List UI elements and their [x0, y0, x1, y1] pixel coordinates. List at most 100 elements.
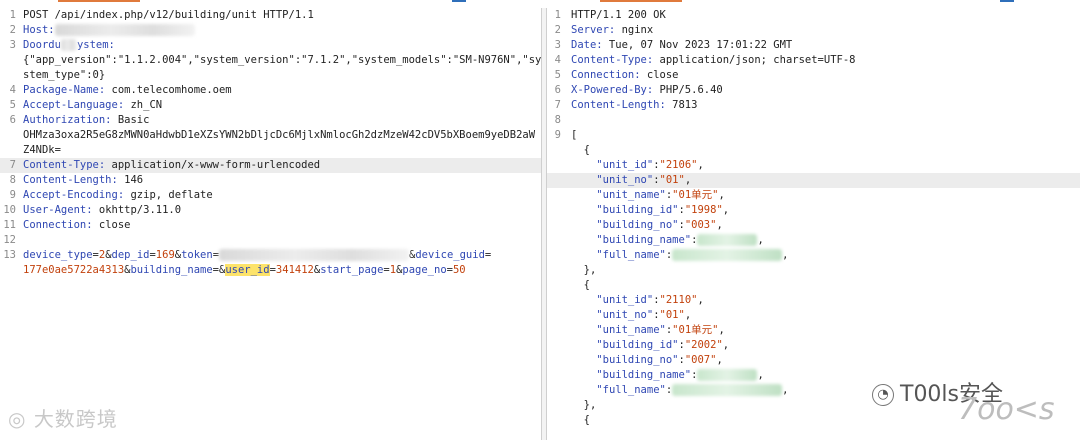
wechat-icon: ◔	[872, 384, 894, 406]
request-tab-indicator[interactable]	[58, 0, 140, 2]
json-line[interactable]: "unit_id":"2106",	[547, 158, 1080, 173]
response-line[interactable]: {	[547, 278, 1080, 293]
request-line[interactable]: {"app_version":"1.1.2.004","system_versi…	[0, 53, 541, 68]
json-line[interactable]: "building_id":"2002",	[547, 338, 1080, 353]
response-line[interactable]: 8	[547, 113, 1080, 128]
request-editor[interactable]: 1 POST /api/index.php/v12/building/unit H…	[0, 8, 541, 278]
json-line[interactable]: "unit_name":"01单元",	[547, 188, 1080, 203]
json-pair: "unit_name":"01单元",	[571, 323, 725, 338]
header-value: okhttp/3.11.0	[92, 204, 182, 216]
response-line[interactable]: 6 X-Powered-By: PHP/5.6.40	[547, 83, 1080, 98]
request-line[interactable]: 13 device_type=2&dep_id=169&token= &device…	[0, 248, 541, 263]
line-text: {"app_version":"1.1.2.004","system_versi…	[23, 53, 541, 68]
json-line[interactable]: "unit_name":"01单元",	[547, 323, 1080, 338]
json-line[interactable]: "building_no":"003",	[547, 218, 1080, 233]
json-line[interactable]: "unit_id":"2110",	[547, 293, 1080, 308]
request-line[interactable]: 10 User-Agent: okhttp/3.11.0	[0, 203, 541, 218]
response-line[interactable]: 7 Content-Length: 7813	[547, 98, 1080, 113]
line-number: 5	[9, 99, 16, 111]
request-line[interactable]: 177e0ae5722a4313&building_name=&user_id=…	[0, 263, 541, 278]
line-content: {	[571, 279, 590, 291]
json-line[interactable]: "building_no":"007",	[547, 353, 1080, 368]
line-number: 7	[554, 99, 561, 111]
request-line[interactable]: 12	[0, 233, 541, 248]
json-line[interactable]: "unit_no":"01",	[547, 308, 1080, 323]
request-tab-accent	[452, 0, 466, 2]
json-pair: "unit_no":"01",	[571, 308, 691, 323]
request-line[interactable]: 6 Authorization: Basic	[0, 113, 541, 128]
request-line[interactable]: 8 Content-Length: 146	[0, 173, 541, 188]
response-line[interactable]: },	[547, 263, 1080, 278]
json-comma: ,	[697, 159, 704, 171]
json-line[interactable]: "unit_no":"01",	[547, 173, 1080, 188]
operator: =&	[212, 264, 226, 276]
json-line[interactable]: "building_id":"1998",	[547, 203, 1080, 218]
line-content: stem_type":0}	[23, 69, 106, 81]
line-text: stem_type":0}	[23, 68, 105, 83]
response-line[interactable]: 4 Content-Type: application/json; charset…	[547, 53, 1080, 68]
header-value: Basic	[111, 114, 150, 126]
line-text: Accept-Encoding: gzip, deflate	[23, 188, 213, 203]
response-line[interactable]: 3 Date: Tue, 07 Nov 2023 17:01:22 GMT	[547, 38, 1080, 53]
response-line[interactable]: {	[547, 143, 1080, 158]
request-line[interactable]: 3 Doordu ystem:	[0, 38, 541, 53]
line-text: Content-Length: 7813	[571, 98, 697, 113]
response-editor[interactable]: 1 HTTP/1.1 200 OK 2 Server: nginx 3 Date: Tue…	[547, 8, 1080, 428]
line-text: device_type=2&dep_id=169&token= &device_g…	[23, 248, 491, 263]
request-pane[interactable]: 1 POST /api/index.php/v12/building/unit H…	[0, 8, 542, 440]
request-line[interactable]: 2 Host:	[0, 23, 541, 38]
redacted-json-value	[672, 249, 783, 261]
redacted-json-value	[697, 234, 758, 246]
header-value: PHP/5.6.40	[653, 84, 723, 96]
param-name-highlighted[interactable]: user_id	[225, 264, 270, 276]
param-name: start_page	[320, 264, 384, 276]
request-line[interactable]: stem_type":0}	[0, 68, 541, 83]
line-text: Content-Type: application/json; charset=…	[571, 53, 855, 68]
line-text: 177e0ae5722a4313&building_name=&user_id=…	[23, 263, 466, 278]
request-line[interactable]: 5 Accept-Language: zh_CN	[0, 98, 541, 113]
header-key: Authorization:	[23, 114, 112, 126]
line-number: 12	[3, 234, 16, 246]
json-value: 007	[691, 354, 711, 366]
json-key: "building_id"	[596, 339, 679, 351]
line-text: Host:	[23, 23, 195, 38]
json-value: 2106	[665, 159, 692, 171]
response-line[interactable]: 1 HTTP/1.1 200 OK	[547, 8, 1080, 23]
json-value: 01单元	[678, 189, 713, 201]
request-line[interactable]: 4 Package-Name: com.telecomhome.oem	[0, 83, 541, 98]
line-number: 4	[554, 54, 561, 66]
request-line[interactable]: 9 Accept-Encoding: gzip, deflate	[0, 188, 541, 203]
header-value: close	[640, 69, 679, 81]
response-line[interactable]: 2 Server: nginx	[547, 23, 1080, 38]
line-number: 10	[3, 204, 16, 216]
json-line[interactable]: "full_name":,	[547, 248, 1080, 263]
header-value: com.telecomhome.oem	[105, 84, 232, 96]
json-line[interactable]: "building_name":,	[547, 233, 1080, 248]
line-number: 6	[554, 84, 561, 96]
json-pair: "building_id":"2002",	[571, 338, 729, 353]
line-text: Connection: close	[23, 218, 130, 233]
header-key: Content-Type:	[571, 54, 654, 66]
response-line[interactable]: 9[	[547, 128, 1080, 143]
json-value: 1998	[691, 204, 717, 216]
request-line[interactable]: 11 Connection: close	[0, 218, 541, 233]
line-number: 1	[554, 9, 561, 21]
request-line[interactable]: 7 Content-Type: application/x-www-form-ur…	[0, 158, 541, 173]
request-line[interactable]: 1 POST /api/index.php/v12/building/unit H…	[0, 8, 541, 23]
request-line[interactable]: Z4NDk=	[0, 143, 541, 158]
redacted-json-value	[697, 369, 758, 381]
watermark-logo-icon: ◎	[8, 407, 27, 431]
json-pair: "unit_no":"01",	[571, 173, 691, 188]
redacted-header-part	[60, 39, 77, 51]
redacted-token	[219, 249, 410, 261]
json-key: "building_name"	[596, 234, 692, 246]
response-line[interactable]: 5 Connection: close	[547, 68, 1080, 83]
json-key: "unit_id"	[596, 294, 654, 306]
response-tab-indicator[interactable]	[600, 0, 682, 2]
request-line[interactable]: OHMza3oxa2R5eG8zMWN0aHdwbD1eXZsYWN2bDljc…	[0, 128, 541, 143]
json-pair: "building_name":,	[571, 368, 764, 383]
line-text: Content-Length: 146	[23, 173, 143, 188]
json-key: "building_no"	[596, 219, 679, 231]
